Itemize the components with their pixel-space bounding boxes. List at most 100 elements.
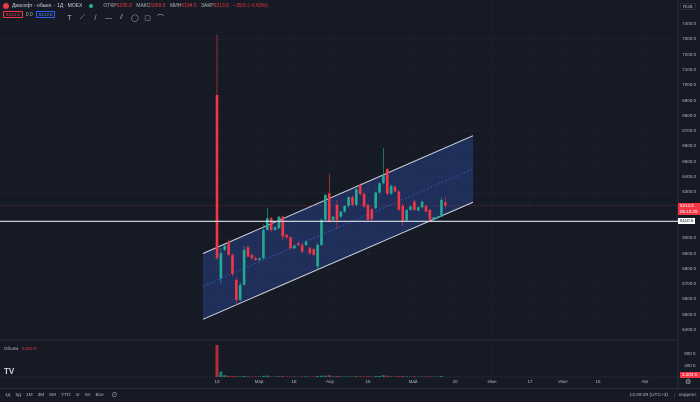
- tradingview-logo[interactable]: TV: [4, 367, 14, 376]
- price-axis-label: 7300.0: [682, 36, 696, 41]
- candle-body: [347, 197, 350, 206]
- volume-bar: [366, 376, 369, 377]
- parallel-channel-tool-icon[interactable]: ⫽: [118, 14, 125, 22]
- candle-body: [274, 227, 277, 230]
- range-ytd[interactable]: YTD: [61, 393, 71, 398]
- candle-body: [432, 217, 435, 220]
- price-chart[interactable]: [0, 0, 700, 401]
- candle-body: [258, 258, 261, 260]
- drawing-toolbar: T ⟋ / — ⫽ ◯ ▢ ⌒: [66, 13, 164, 23]
- volume-bar: [216, 345, 219, 377]
- buy-button[interactable]: 6213.5: [36, 11, 56, 18]
- symbol-title[interactable]: Диасофт - обыкн. · 1Д · MOEX: [12, 3, 82, 9]
- candle-body: [289, 237, 292, 248]
- candle-body: [367, 205, 370, 220]
- volume-bar: [355, 376, 358, 377]
- range-all[interactable]: Все: [95, 393, 103, 398]
- range-5y[interactable]: 5л: [85, 393, 90, 398]
- settings-gear-icon[interactable]: ⚙: [685, 378, 691, 386]
- candle-body: [359, 185, 362, 194]
- price-axis-label: 5500.0: [682, 312, 696, 317]
- price-axis-label: 5600.0: [682, 296, 696, 301]
- price-axis-label: 6900.0: [682, 98, 696, 103]
- candle-body: [278, 217, 281, 229]
- candle-body: [440, 200, 443, 217]
- brush-tool-icon[interactable]: ⟋: [79, 14, 86, 22]
- adjust-toggle[interactable]: коррект.: [674, 393, 697, 398]
- price-axis-label: 6600.0: [682, 143, 696, 148]
- candle-body: [413, 202, 416, 210]
- candle-body: [305, 242, 308, 245]
- candle-body: [235, 280, 238, 300]
- candle-body: [316, 245, 319, 267]
- candle-body: [421, 202, 424, 208]
- price-axis-label: 5400.0: [682, 327, 696, 332]
- clock[interactable]: 13:49:29 (UTC+3): [629, 393, 668, 398]
- currency-select[interactable]: RUB: [680, 3, 696, 10]
- ellipse-tool-icon[interactable]: ◯: [131, 14, 138, 22]
- legend: Диасофт - обыкн. · 1Д · MOEX ОТКР6235.0 …: [3, 3, 268, 9]
- candle-body: [254, 258, 257, 260]
- candle-body: [285, 235, 288, 237]
- volume-bar: [332, 376, 335, 377]
- volume-bar: [378, 376, 381, 377]
- sell-button[interactable]: 6213.5: [3, 11, 23, 18]
- candle-body: [262, 230, 265, 258]
- price-axis-label: 6800.0: [682, 113, 696, 118]
- range-1y[interactable]: 1г: [76, 393, 80, 398]
- price-axis-label: 5800.0: [682, 266, 696, 271]
- candle-body: [239, 285, 242, 300]
- volume-legend: Объём3.203 K: [4, 346, 37, 351]
- candle-body: [270, 218, 273, 230]
- horizontal-ray-tool-icon[interactable]: —: [105, 15, 112, 22]
- price-axis-label: 6000.0: [682, 235, 696, 240]
- candle-body: [382, 175, 385, 183]
- volume-bar: [347, 376, 350, 377]
- volume-bar: [239, 376, 242, 377]
- range-1d[interactable]: 1д: [5, 393, 10, 398]
- candle-body: [425, 206, 428, 212]
- text-tool-icon[interactable]: T: [66, 15, 73, 22]
- candle-body: [320, 220, 323, 245]
- volume-bar: [440, 376, 443, 377]
- volume-bar: [405, 376, 408, 377]
- volume-bar: [335, 376, 338, 377]
- hline-price-tag[interactable]: 6110.5: [678, 218, 695, 224]
- candle-body: [371, 209, 374, 219]
- range-1m[interactable]: 1М: [26, 393, 33, 398]
- candle-body: [266, 218, 269, 230]
- volume-bar: [246, 376, 249, 377]
- volume-bar: [254, 376, 257, 377]
- range-5d[interactable]: 5д: [15, 393, 20, 398]
- price-axis-label: 5900.0: [682, 251, 696, 256]
- range-6m[interactable]: 6М: [49, 393, 56, 398]
- candle-body: [293, 246, 296, 249]
- candle-body: [223, 246, 226, 250]
- range-3m[interactable]: 3М: [38, 393, 45, 398]
- ohlc-values: ОТКР6235.0 МАКС6269.5 МИН6194.5 ЗАКР6213…: [100, 3, 267, 9]
- volume-bar: [343, 376, 346, 377]
- volume-bar: [397, 376, 400, 377]
- path-tool-icon[interactable]: ⌒: [157, 13, 164, 23]
- trend-line-tool-icon[interactable]: /: [92, 15, 99, 22]
- spread: 0.0: [26, 12, 33, 18]
- time-axis-label: Мар: [255, 379, 264, 384]
- time-axis-label: 13: [214, 379, 219, 384]
- volume-bar: [281, 376, 284, 377]
- volume-bar: [339, 376, 342, 377]
- volume-bar: [428, 376, 431, 377]
- candle-body: [378, 183, 381, 192]
- candle-body: [394, 187, 397, 192]
- candle-body: [332, 217, 335, 220]
- last-price-tag: 6213.505:10:29: [678, 203, 700, 215]
- volume-bar: [243, 376, 246, 377]
- volume-bar: [235, 376, 238, 377]
- candle-body: [301, 245, 304, 252]
- rectangle-tool-icon[interactable]: ▢: [144, 14, 151, 22]
- candle-body: [309, 248, 312, 253]
- go-to-date-icon[interactable]: ⏲: [112, 392, 117, 400]
- candle-body: [227, 242, 230, 255]
- price-axis-label: 6500.0: [682, 159, 696, 164]
- candle-body: [216, 95, 219, 258]
- price-axis-label: 7200.0: [682, 52, 696, 57]
